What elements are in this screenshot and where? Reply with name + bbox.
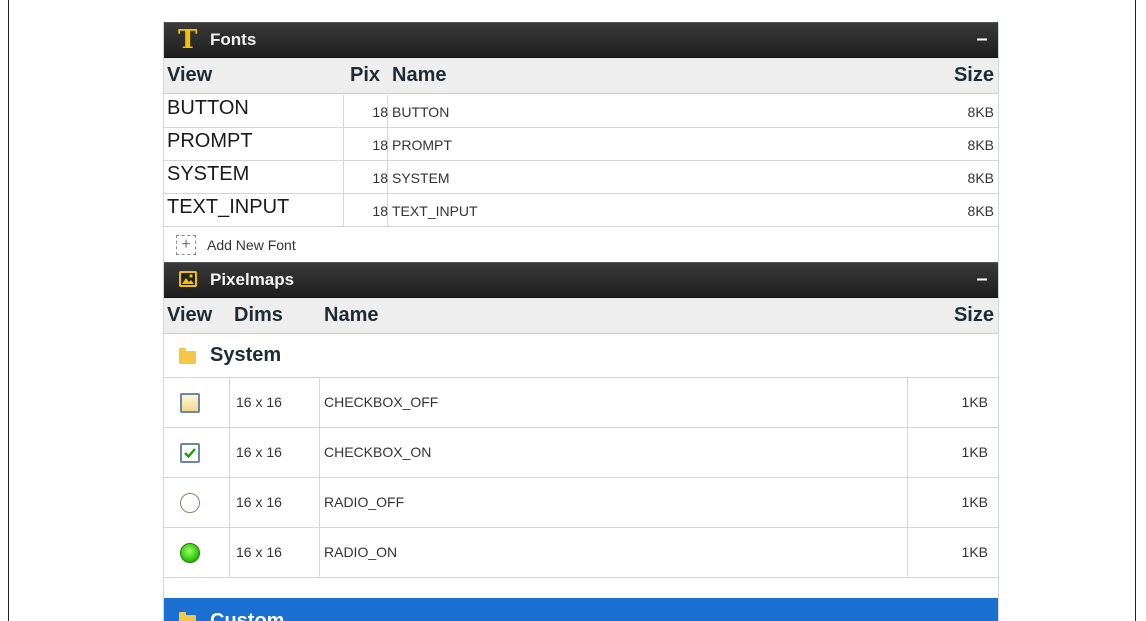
pixelmap-name: RADIO_ON <box>324 544 398 560</box>
pixelmaps-collapse-button[interactable]: – <box>972 269 992 289</box>
font-view: BUTTON <box>167 97 249 119</box>
checkbox-off-icon <box>180 393 200 413</box>
font-size: 8KB <box>967 203 994 219</box>
pixelmap-dims: 16 x 16 <box>236 494 282 510</box>
radio-off-icon <box>180 493 200 513</box>
font-row[interactable]: SYSTEM 18 SYSTEM 8KB <box>164 161 998 194</box>
image-icon <box>179 271 197 287</box>
resource-panel: T Fonts – View Pix Name Size BUTTON 18 B… <box>163 22 999 621</box>
pixelmaps-col-dims[interactable]: Dims <box>234 304 283 327</box>
pixelmap-name: CHECKBOX_OFF <box>324 394 439 410</box>
font-pix: 18 <box>372 203 388 219</box>
folder-system[interactable]: System <box>164 334 998 378</box>
pixelmap-dims: 16 x 16 <box>236 444 282 460</box>
font-view: TEXT_INPUT <box>167 196 290 218</box>
font-view: SYSTEM <box>167 163 250 185</box>
font-row[interactable]: TEXT_INPUT 18 TEXT_INPUT 8KB <box>164 194 998 227</box>
font-name: BUTTON <box>392 104 450 120</box>
font-pix: 18 <box>372 170 388 186</box>
pixelmap-name: CHECKBOX_ON <box>324 444 432 460</box>
pixelmap-dims: 16 x 16 <box>236 394 282 410</box>
fonts-title: Fonts <box>210 30 257 49</box>
fonts-section-header[interactable]: T Fonts – <box>164 22 998 58</box>
fonts-column-header: View Pix Name Size <box>164 58 998 94</box>
pixelmaps-section-header[interactable]: Pixelmaps – <box>164 262 998 298</box>
folder-custom[interactable]: Custom <box>164 598 998 621</box>
add-new-font-button[interactable]: + Add New Font <box>164 229 998 262</box>
folder-icon <box>179 612 196 621</box>
pixelmap-row[interactable]: 16 x 16 CHECKBOX_OFF 1KB <box>164 378 998 428</box>
pixelmap-row[interactable]: 16 x 16 CHECKBOX_ON 1KB <box>164 428 998 478</box>
folder-label: System <box>210 344 282 366</box>
pixelmap-size: 1KB <box>961 444 988 460</box>
font-name: SYSTEM <box>392 170 450 186</box>
pixelmaps-col-name[interactable]: Name <box>324 304 378 327</box>
pixelmap-size: 1KB <box>961 544 988 560</box>
pixelmap-row[interactable]: 16 x 16 RADIO_OFF 1KB <box>164 478 998 528</box>
fonts-col-view[interactable]: View <box>167 64 212 87</box>
folder-icon <box>179 348 196 364</box>
fonts-col-name[interactable]: Name <box>392 64 446 87</box>
fonts-collapse-button[interactable]: – <box>972 29 992 49</box>
font-row[interactable]: BUTTON 18 BUTTON 8KB <box>164 95 998 128</box>
font-name: TEXT_INPUT <box>392 203 478 219</box>
add-new-font-label: Add New Font <box>207 237 296 253</box>
folder-label: Custom <box>210 610 285 621</box>
pixelmaps-column-header: View Dims Name Size <box>164 298 998 334</box>
radio-on-icon <box>180 543 200 563</box>
add-icon: + <box>176 235 196 255</box>
pixelmap-name: RADIO_OFF <box>324 494 405 510</box>
pixelmaps-col-view[interactable]: View <box>167 304 212 327</box>
checkbox-on-icon <box>180 443 200 463</box>
font-pix: 18 <box>372 137 388 153</box>
font-size: 8KB <box>967 104 994 120</box>
font-icon: T <box>178 25 198 55</box>
font-row[interactable]: PROMPT 18 PROMPT 8KB <box>164 128 998 161</box>
font-view: PROMPT <box>167 130 253 152</box>
pixelmaps-title: Pixelmaps <box>210 270 295 289</box>
fonts-col-size[interactable]: Size <box>954 64 994 87</box>
pixelmap-dims: 16 x 16 <box>236 544 282 560</box>
fonts-col-pix[interactable]: Pix <box>350 64 380 87</box>
pixelmap-size: 1KB <box>961 394 988 410</box>
font-name: PROMPT <box>392 137 452 153</box>
pixelmap-size: 1KB <box>961 494 988 510</box>
font-size: 8KB <box>967 170 994 186</box>
font-size: 8KB <box>967 137 994 153</box>
font-pix: 18 <box>372 104 388 120</box>
pixelmaps-col-size[interactable]: Size <box>954 304 994 327</box>
pixelmap-row[interactable]: 16 x 16 RADIO_ON 1KB <box>164 528 998 578</box>
